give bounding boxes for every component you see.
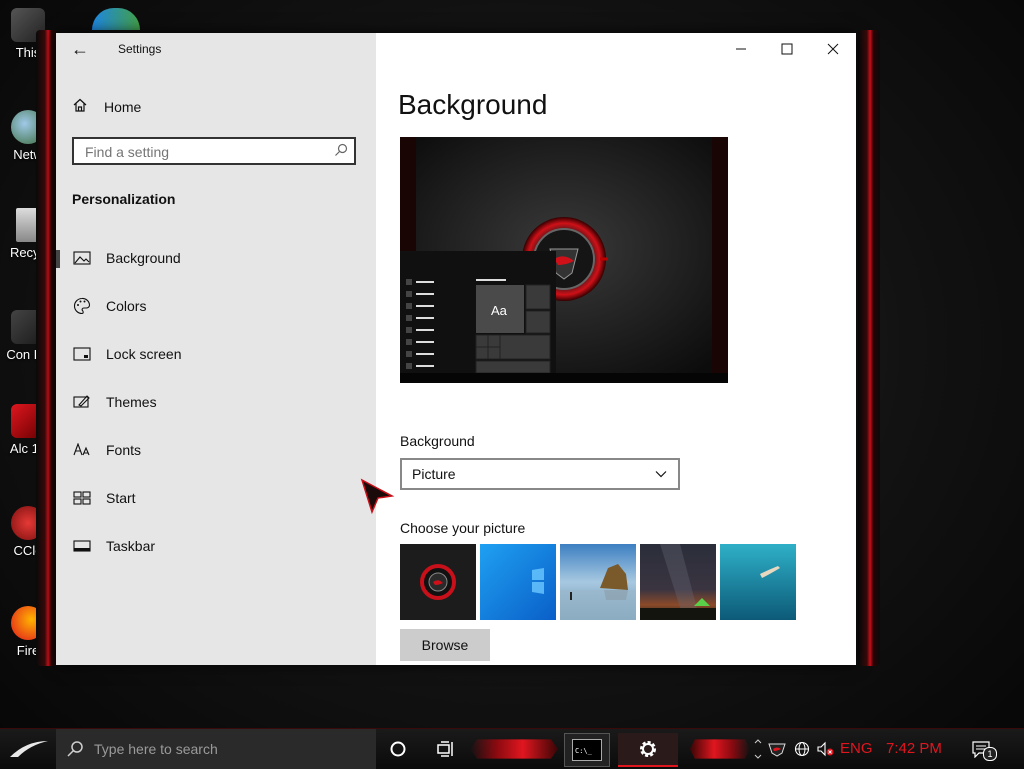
nav-item-label: Taskbar <box>106 538 156 554</box>
preview-sample-text: Aa <box>491 303 507 318</box>
window-title: Settings <box>118 42 162 56</box>
action-center-button[interactable]: 1 <box>966 733 997 765</box>
close-icon <box>827 43 839 55</box>
nav-item-start[interactable]: Start <box>56 478 376 518</box>
volume-muted-icon <box>817 741 834 757</box>
maximize-icon <box>781 43 793 55</box>
night-sky-tent-thumbnail-image <box>640 544 716 620</box>
nav-item-label: Lock screen <box>106 346 182 362</box>
rog-shield-icon <box>768 743 786 757</box>
picture-thumbnail-underwater[interactable] <box>720 544 796 620</box>
background-preview: Aa <box>400 137 728 383</box>
minimize-icon <box>736 48 746 50</box>
home-label: Home <box>104 99 142 115</box>
settings-window: ← Settings Home Personalization Backgrou… <box>56 33 856 665</box>
find-setting-input[interactable] <box>83 139 327 165</box>
input-language-indicator[interactable]: ENG <box>840 729 873 769</box>
home-link[interactable]: Home <box>72 97 141 117</box>
choose-picture-label: Choose your picture <box>400 520 526 536</box>
nav-item-label: Colors <box>106 298 147 314</box>
close-button[interactable] <box>810 33 856 65</box>
task-view-button[interactable] <box>432 733 460 765</box>
cortana-circle-icon <box>390 741 406 757</box>
windows-blue-thumbnail-image <box>480 544 556 620</box>
search-icon[interactable] <box>334 143 348 157</box>
cmd-icon-text: C:\_ <box>575 747 592 755</box>
nav-item-taskbar[interactable]: Taskbar <box>56 526 376 566</box>
fonts-icon <box>72 440 92 460</box>
section-title-personalization: Personalization <box>72 191 176 207</box>
nav-item-label: Themes <box>106 394 157 410</box>
themes-icon <box>72 392 92 412</box>
nav-item-label: Fonts <box>106 442 142 458</box>
search-icon <box>67 741 83 757</box>
gear-icon <box>640 741 656 757</box>
taskbar-search-placeholder: Type here to search <box>94 741 218 757</box>
nav-item-lock-screen[interactable]: Lock screen <box>56 334 376 374</box>
nav-item-label: Background <box>106 250 181 266</box>
tray-clock[interactable]: 7:42 PM <box>886 729 942 769</box>
nav-item-fonts[interactable]: Fonts <box>56 430 376 470</box>
palette-icon <box>72 296 92 316</box>
find-setting-search <box>72 137 356 165</box>
chevron-down-icon <box>655 471 667 478</box>
cmd-prompt-icon: C:\_ <box>572 739 602 761</box>
background-type-dropdown[interactable]: Picture <box>400 458 680 490</box>
settings-sidebar: ← Settings Home Personalization Backgrou… <box>56 33 376 665</box>
nav-item-background[interactable]: Background <box>56 238 376 278</box>
cmd-taskbar-button[interactable]: C:\_ <box>564 733 610 767</box>
nav-item-themes[interactable]: Themes <box>56 382 376 422</box>
lock-screen-icon <box>72 344 92 364</box>
settings-main-pane: Background Aa Background Picture Choose … <box>376 33 856 665</box>
task-view-icon <box>437 741 453 757</box>
picture-icon <box>72 248 92 268</box>
taskbar-search-box[interactable]: Type here to search <box>56 729 376 769</box>
picture-thumbnail-beach[interactable] <box>560 544 636 620</box>
globe-network-icon <box>794 741 810 757</box>
picture-thumbnail-rog[interactable] <box>400 544 476 620</box>
underwater-swimmer-thumbnail-image <box>720 544 796 620</box>
nav-item-label: Start <box>106 490 136 506</box>
chevron-up-down-icon <box>754 739 762 759</box>
browse-button[interactable]: Browse <box>400 629 490 661</box>
rog-wallpaper-preview-image <box>400 137 728 383</box>
background-type-value: Picture <box>412 466 456 482</box>
nav-item-colors[interactable]: Colors <box>56 286 376 326</box>
edge-icon[interactable] <box>92 8 140 30</box>
minimize-button[interactable] <box>718 33 764 65</box>
volume-tray-button[interactable] <box>814 733 836 765</box>
mouse-cursor-icon <box>360 478 395 514</box>
background-type-label: Background <box>400 433 475 449</box>
taskbar-decoration-left <box>470 739 558 759</box>
tray-scroll-button[interactable] <box>752 733 764 765</box>
maximize-button[interactable] <box>764 33 810 65</box>
rog-tray-icon[interactable] <box>766 733 788 765</box>
network-tray-button[interactable] <box>792 733 812 765</box>
back-button[interactable]: ← <box>70 39 90 59</box>
settings-taskbar-button[interactable] <box>618 733 678 767</box>
picture-thumbnail-night-sky[interactable] <box>640 544 716 620</box>
home-icon <box>72 97 92 118</box>
rog-logo-thumbnail-image <box>400 544 476 620</box>
taskbar-icon <box>72 536 92 556</box>
taskbar: Type here to search C:\_ ENG 7:42 PM 1 <box>0 728 1024 769</box>
cortana-button[interactable] <box>384 733 412 765</box>
notification-count-badge: 1 <box>983 747 997 761</box>
page-title: Background <box>398 89 548 120</box>
desktop-frame-right-decoration <box>858 30 880 666</box>
taskbar-decoration-right <box>690 739 750 759</box>
desktop-frame-left-decoration <box>36 30 58 666</box>
beach-rocks-thumbnail-image <box>560 544 636 620</box>
start-icon <box>72 488 92 508</box>
picture-thumbnail-windows-blue[interactable] <box>480 544 556 620</box>
rog-start-logo-icon <box>10 741 48 757</box>
start-button[interactable] <box>6 735 52 763</box>
